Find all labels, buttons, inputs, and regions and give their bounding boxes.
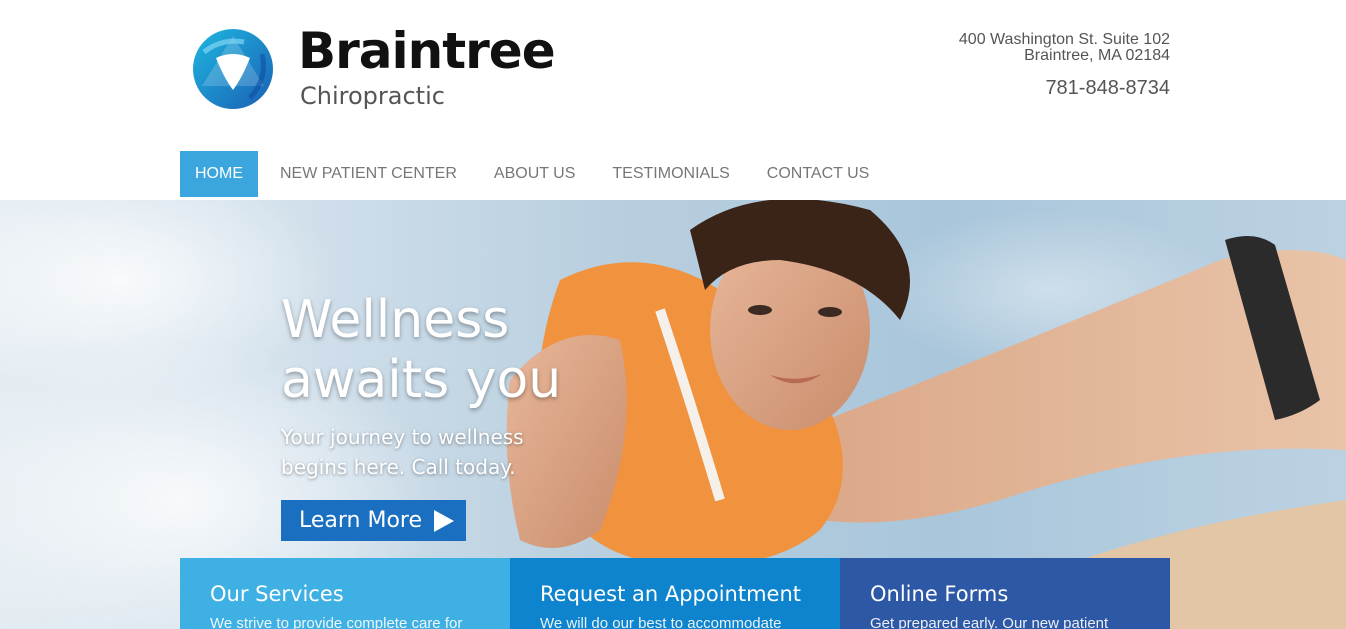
feature-text: Get prepared early. Our new patient [870,615,1109,629]
feature-title: Online Forms [870,582,1009,606]
address-line-1: 400 Washington St. Suite 102 [958,31,1170,48]
learn-more-button[interactable]: Learn More [281,500,466,541]
nav-about-us[interactable]: ABOUT US [479,151,591,197]
braintree-logo-icon[interactable] [192,28,274,110]
play-arrow-icon [434,510,454,532]
feature-title: Request an Appointment [540,582,802,606]
feature-text: We will do our best to accommodate [540,615,782,629]
hero-subtitle: Your journey to wellness begins here. Ca… [281,422,581,482]
feature-online-forms[interactable]: Online Forms Get prepared early. Our new… [840,558,1170,629]
brand-name[interactable]: Braintree [298,26,556,76]
nav-home[interactable]: HOME [180,151,258,197]
feature-request-appointment[interactable]: Request an Appointment We will do our be… [510,558,840,629]
feature-our-services[interactable]: Our Services We strive to provide comple… [180,558,510,629]
nav-testimonials[interactable]: TESTIMONIALS [597,151,744,197]
hero-title-line-1: Wellness [281,290,510,350]
hero-title: Wellness awaits you [281,290,561,410]
feature-boxes: Our Services We strive to provide comple… [180,558,1170,629]
address-line-2: Braintree, MA 02184 [1024,47,1170,64]
brand-subtitle[interactable]: Chiropractic [300,84,445,108]
main-nav: HOME NEW PATIENT CENTER ABOUT US TESTIMO… [180,151,1170,197]
learn-more-label: Learn More [299,508,423,533]
phone-number[interactable]: 781-848-8734 [1045,77,1170,100]
hero-title-line-2: awaits you [281,350,562,410]
feature-text: We strive to provide complete care for [210,615,463,629]
nav-contact-us[interactable]: CONTACT US [752,151,885,197]
address: 400 Washington St. Suite 102 Braintree, … [959,32,1170,64]
hero-subtitle-line-1: Your journey to wellness [281,425,524,449]
site-header: Braintree Chiropractic 400 Washington St… [180,0,1170,150]
feature-title: Our Services [210,582,344,606]
hero-subtitle-line-2: begins here. Call today. [281,455,516,479]
nav-new-patient-center[interactable]: NEW PATIENT CENTER [265,151,472,197]
